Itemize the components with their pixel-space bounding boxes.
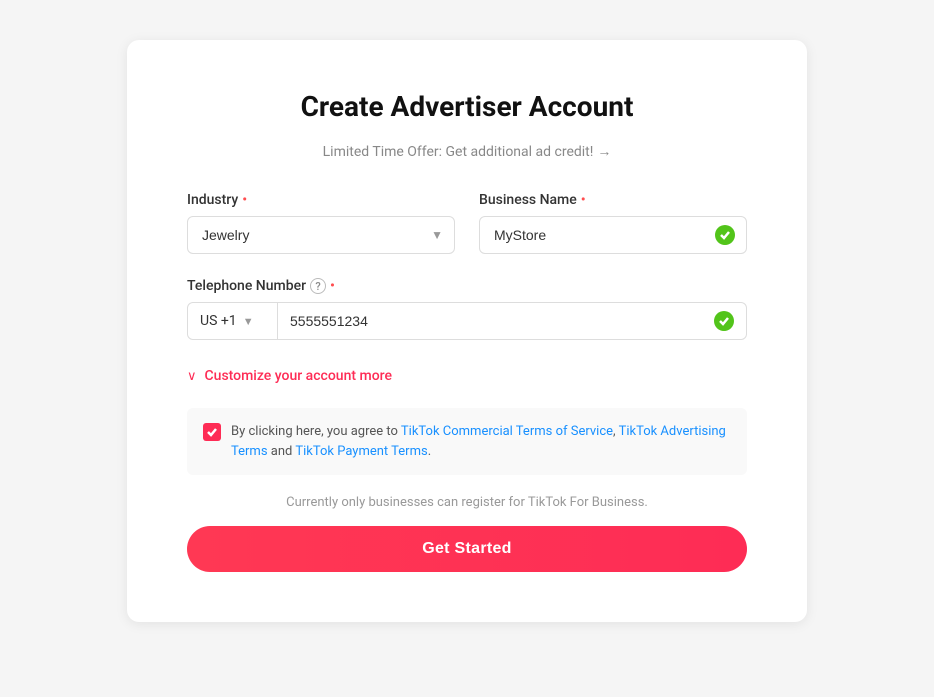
- customize-label: Customize your account more: [205, 368, 392, 384]
- terms-text: By clicking here, you agree to TikTok Co…: [231, 422, 731, 461]
- terms-link-3[interactable]: TikTok Payment Terms: [295, 444, 427, 459]
- terms-link-1[interactable]: TikTok Commercial Terms of Service: [401, 424, 613, 439]
- customize-toggle[interactable]: ∨ Customize your account more: [187, 368, 747, 384]
- industry-label: Industry •: [187, 192, 455, 208]
- country-code-text: US +1: [200, 313, 237, 329]
- business-name-input-wrapper: [479, 216, 747, 254]
- business-name-group: Business Name •: [479, 192, 747, 254]
- country-code-selector[interactable]: US +1 ▼: [188, 303, 278, 339]
- telephone-label: Telephone Number ? •: [187, 278, 747, 294]
- page-container: Create Advertiser Account Limited Time O…: [0, 0, 934, 697]
- terms-checkbox[interactable]: [203, 423, 221, 441]
- business-name-check-icon: [715, 225, 735, 245]
- telephone-group: Telephone Number ? • US +1 ▼: [187, 278, 747, 340]
- form-card: Create Advertiser Account Limited Time O…: [127, 40, 807, 622]
- industry-group: Industry • Jewelry Fashion Technology He…: [187, 192, 455, 254]
- form-top-row: Industry • Jewelry Fashion Technology He…: [187, 192, 747, 254]
- customize-section: ∨ Customize your account more: [187, 368, 747, 384]
- telephone-phone-row: US +1 ▼: [187, 302, 747, 340]
- telephone-required: •: [330, 278, 335, 294]
- get-started-button[interactable]: Get Started: [187, 526, 747, 572]
- terms-prefix: By clicking here, you agree to: [231, 424, 401, 439]
- terms-period: .: [428, 444, 431, 459]
- get-started-label: Get Started: [422, 540, 512, 557]
- telephone-help-icon[interactable]: ?: [310, 278, 326, 294]
- business-name-label: Business Name •: [479, 192, 747, 208]
- promo-text: Limited Time Offer: Get additional ad cr…: [323, 144, 594, 160]
- footer-note: Currently only businesses can register f…: [187, 495, 747, 510]
- phone-number-input[interactable]: [278, 303, 746, 339]
- customize-chevron-icon: ∨: [187, 369, 197, 384]
- promo-link[interactable]: Limited Time Offer: Get additional ad cr…: [323, 143, 612, 160]
- industry-select[interactable]: Jewelry Fashion Technology Health & Beau…: [187, 216, 455, 254]
- terms-and: and: [268, 444, 296, 459]
- industry-select-wrapper: Jewelry Fashion Technology Health & Beau…: [187, 216, 455, 254]
- promo-arrow: →: [597, 143, 611, 160]
- phone-input-wrapper: [278, 303, 746, 339]
- business-name-input[interactable]: [479, 216, 747, 254]
- page-title: Create Advertiser Account: [187, 90, 747, 123]
- phone-check-icon: [714, 311, 734, 331]
- terms-section: By clicking here, you agree to TikTok Co…: [187, 408, 747, 475]
- country-chevron-icon: ▼: [243, 315, 254, 328]
- promo-banner: Limited Time Offer: Get additional ad cr…: [187, 143, 747, 160]
- industry-required: •: [242, 192, 247, 208]
- business-name-required: •: [581, 192, 586, 208]
